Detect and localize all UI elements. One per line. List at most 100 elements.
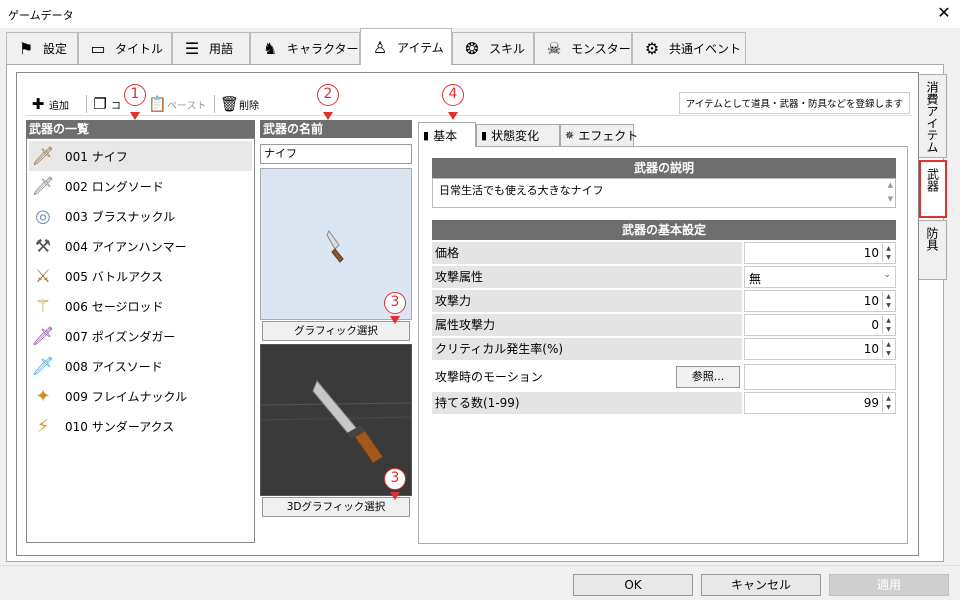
- spin-arrows-icon[interactable]: ▲ ▼: [882, 394, 894, 412]
- 3d-graphic-select-button[interactable]: 3Dグラフィック選択: [262, 497, 410, 517]
- add-label: 追加: [49, 100, 69, 112]
- list-item[interactable]: ⚔ 005 バトルアクス: [29, 261, 252, 291]
- tab-terms[interactable]: ☰ 用語: [172, 32, 250, 64]
- close-icon[interactable]: ✕: [934, 3, 954, 22]
- list-item[interactable]: ◎ 003 ブラスナックル: [29, 201, 252, 231]
- tab-settings[interactable]: ⚑ 設定: [6, 32, 78, 64]
- max-spinner[interactable]: 99 ▲ ▼: [744, 392, 896, 414]
- spin-arrows-icon[interactable]: ▲ ▼: [882, 244, 894, 262]
- cancel-button[interactable]: キャンセル: [701, 574, 821, 596]
- tab-label: 基本: [433, 128, 458, 143]
- basic-settings-header: 武器の基本設定: [432, 220, 896, 240]
- knuckle-icon: ◎: [35, 205, 51, 227]
- effect-icon: ✵: [565, 129, 575, 142]
- elem-attack-spinner[interactable]: 0 ▲ ▼: [744, 314, 896, 336]
- tab-basic[interactable]: ▮ 基本: [418, 122, 476, 147]
- tab-label: アイテム: [397, 40, 444, 55]
- list-icon: ☰: [184, 39, 200, 58]
- list-item[interactable]: ✦ 009 フレイムナックル: [29, 381, 252, 411]
- toolbar: ✚ 追加 ❐ コ 📋 ペースト 🗑 削除 アイテムとして道具・武器・防具などを登録します: [26, 92, 912, 116]
- scroll-up-icon[interactable]: ▲: [888, 181, 893, 189]
- list-item[interactable]: 🗡 001 ナイフ: [29, 141, 252, 171]
- paste-label: ペースト: [167, 100, 207, 112]
- hammer-icon: ⚒: [34, 235, 52, 257]
- tab-status-change[interactable]: ▮ 状態変化: [476, 124, 560, 146]
- spin-arrows-icon[interactable]: ▲ ▼: [882, 340, 894, 358]
- apply-button[interactable]: 適用: [829, 574, 949, 596]
- list-item-label: 005 バトルアクス: [65, 269, 164, 284]
- description-text: 日常生活でも使える大きなナイフ: [439, 184, 604, 197]
- copy-button[interactable]: ❐ コ: [92, 94, 121, 114]
- crit-label: クリティカル発生率(%): [432, 338, 742, 360]
- tab-skill[interactable]: ❂ スキル: [452, 32, 534, 64]
- list-item[interactable]: 🗡 002 ロングソード: [29, 171, 252, 201]
- max-row: 持てる数(1-99) 99 ▲ ▼: [432, 392, 896, 414]
- flameknuckle-icon: ✦: [35, 385, 51, 407]
- tab-label: 状態変化: [491, 129, 540, 143]
- longsword-icon: 🗡: [31, 175, 55, 197]
- callout-arrow: [448, 112, 458, 120]
- weapon-name-input[interactable]: ナイフ: [260, 144, 412, 164]
- tab-item[interactable]: ♙ アイテム: [360, 28, 452, 65]
- motion-browse-button[interactable]: 参照...: [676, 366, 740, 388]
- tab-monster[interactable]: ☠ モンスター: [534, 32, 632, 64]
- callout-arrow: [130, 112, 140, 120]
- paste-icon: 📋: [148, 95, 167, 113]
- plus-icon: ✚: [31, 95, 45, 113]
- callout-3b: 3: [384, 468, 406, 490]
- tab-label: 用語: [209, 42, 234, 56]
- bookmark-icon: ▮: [481, 129, 488, 142]
- tab-character[interactable]: ♞ キャラクター: [250, 32, 360, 64]
- tab-common-event[interactable]: ⚙ 共通イベント: [632, 32, 746, 64]
- knife-icon: 🗡: [31, 145, 55, 167]
- tab-title[interactable]: ▭ タイトル: [78, 32, 172, 64]
- price-label: 価格: [432, 242, 742, 264]
- list-item[interactable]: ⚡ 010 サンダーアクス: [29, 411, 252, 441]
- callout-4: 4: [442, 84, 464, 106]
- list-item[interactable]: 🗡 007 ポイズンダガー: [29, 321, 252, 351]
- list-item[interactable]: ⚚ 006 セージロッド: [29, 291, 252, 321]
- callout-arrow: [390, 316, 400, 324]
- paste-button[interactable]: 📋 ペースト: [148, 94, 207, 114]
- tab-effect[interactable]: ✵ エフェクト: [560, 124, 638, 146]
- attack-spinner[interactable]: 10 ▲ ▼: [744, 290, 896, 312]
- tab-weapon[interactable]: 武器: [919, 160, 947, 218]
- attribute-row: 攻撃属性 無 ⌄: [432, 266, 896, 288]
- price-spinner[interactable]: 10 ▲ ▼: [744, 242, 896, 264]
- price-value: 10: [863, 246, 879, 260]
- list-item[interactable]: ⚒ 004 アイアンハンマー: [29, 231, 252, 261]
- tab-label: タイトル: [115, 42, 164, 56]
- rod-icon: ⚚: [34, 295, 52, 317]
- callout-arrow: [390, 492, 400, 500]
- crit-spinner[interactable]: 10 ▲ ▼: [744, 338, 896, 360]
- list-item-label: 007 ポイズンダガー: [65, 329, 176, 344]
- bookmark-icon: ▮: [423, 128, 430, 142]
- elem-attack-value: 0: [871, 318, 879, 332]
- list-item[interactable]: 🗡 008 アイスソード: [29, 351, 252, 381]
- tab-consumable[interactable]: 消費アイテム: [919, 74, 947, 158]
- graphic-select-button[interactable]: グラフィック選択: [262, 321, 410, 341]
- toolbar-divider: [214, 95, 215, 113]
- weapon-list[interactable]: 🗡 001 ナイフ 🗡 002 ロングソード ◎ 003 ブラスナックル ⚒ 004 ア…: [26, 138, 255, 543]
- list-item-label: 006 セージロッド: [65, 299, 164, 314]
- tab-label: キャラクター: [287, 42, 359, 56]
- list-item-label: 008 アイスソード: [65, 359, 163, 374]
- tab-armor[interactable]: 防具: [919, 220, 947, 280]
- spin-arrows-icon[interactable]: ▲ ▼: [882, 292, 894, 310]
- scroll-down-icon[interactable]: ▼: [888, 195, 893, 203]
- spin-arrows-icon[interactable]: ▲ ▼: [882, 316, 894, 334]
- attribute-select[interactable]: 無 ⌄: [744, 266, 896, 288]
- ok-button[interactable]: OK: [573, 574, 693, 596]
- weapon-name-header: 武器の名前: [260, 120, 412, 138]
- description-textarea[interactable]: 日常生活でも使える大きなナイフ ▲ ▼: [432, 178, 896, 208]
- delete-button[interactable]: 🗑 削除: [220, 94, 259, 114]
- title-bar: ゲームデータ ✕: [0, 0, 960, 28]
- list-item-label: 004 アイアンハンマー: [65, 239, 187, 254]
- item-icon: ♙: [372, 37, 388, 57]
- motion-field[interactable]: [744, 364, 896, 390]
- list-item-label: 010 サンダーアクス: [65, 419, 175, 434]
- flag-icon: ⚑: [18, 39, 34, 58]
- thunderaxe-icon: ⚡: [36, 415, 50, 437]
- tab-label: 共通イベント: [669, 42, 742, 56]
- add-button[interactable]: ✚ 追加: [30, 94, 69, 114]
